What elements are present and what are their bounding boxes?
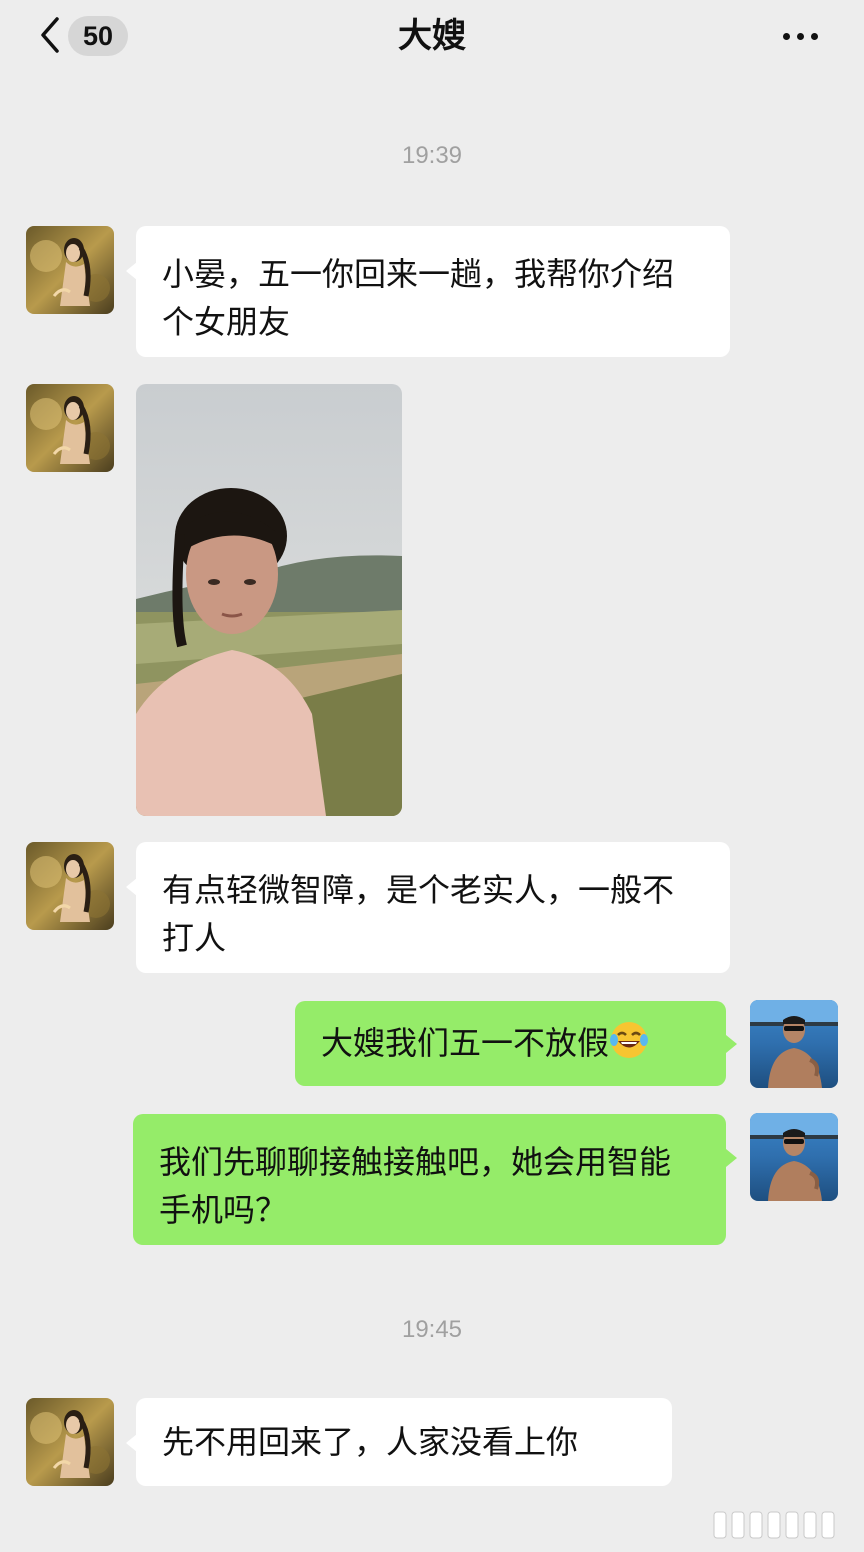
message-bubble-incoming[interactable]: 有点轻微智障，是个老实人，一般不打人 [136,842,730,973]
watermark-graphic [713,1511,835,1539]
contact-avatar[interactable] [26,226,114,314]
chat-header: 50 大嫂 [0,0,864,78]
message-bubble-outgoing[interactable]: 我们先聊聊接触接触吧，她会用智能手机吗？ [133,1114,726,1245]
photo-thumbnail [136,384,402,816]
more-dot [810,32,818,40]
laughing-tears-emoji [610,1022,649,1058]
more-dot [796,32,804,40]
more-options-button[interactable] [772,22,828,50]
timestamp: 19:45 [401,1316,463,1343]
message-bubble-incoming[interactable]: 小晏，五一你回来一趟，我帮你介绍个女朋友 [136,226,730,357]
message-text: 大嫂我们五一不放假 [321,1024,610,1062]
timestamp: 19:39 [401,142,463,169]
my-avatar[interactable] [750,1000,838,1088]
my-avatar[interactable] [750,1113,838,1201]
bubble-tail [726,1149,737,1167]
message-bubble-incoming[interactable]: 先不用回来了，人家没看上你 [136,1398,672,1486]
message-bubble-outgoing[interactable]: 大嫂我们五一不放假 [295,1001,726,1086]
chat-title: 大嫂 [398,16,466,56]
contact-avatar[interactable] [26,842,114,930]
image-message[interactable] [136,384,402,816]
more-dots-icon [782,32,790,40]
contact-avatar[interactable] [26,384,114,472]
bubble-tail [726,1035,737,1053]
contact-avatar[interactable] [26,1398,114,1486]
